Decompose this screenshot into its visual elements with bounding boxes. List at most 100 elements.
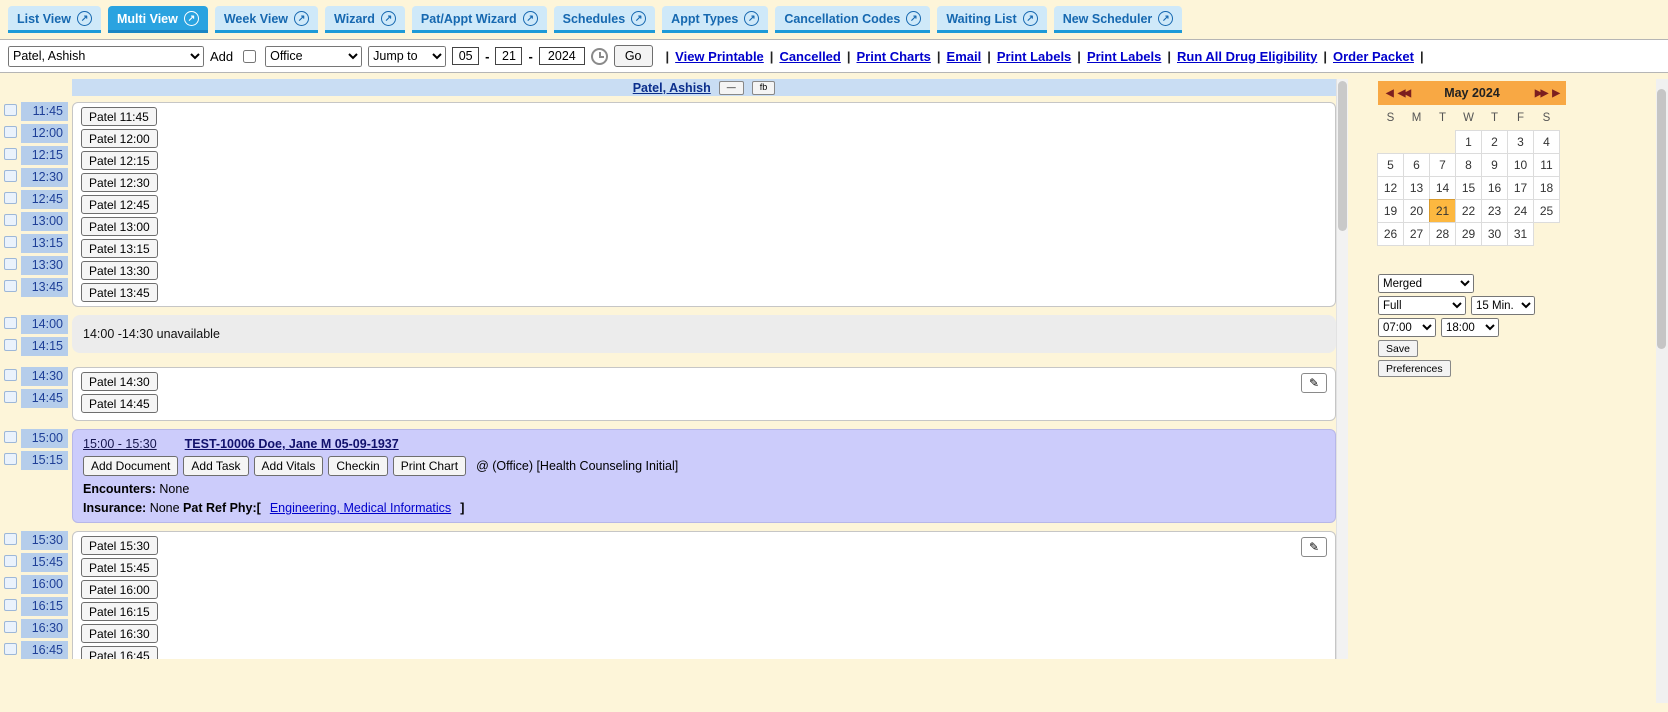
calendar-fast-next-icon[interactable]: ▶▶ [1532,88,1549,99]
calendar-day-13[interactable]: 13 [1403,176,1430,200]
jump-to-select[interactable]: Jump to [368,46,446,67]
calendar-day-2[interactable]: 2 [1481,130,1508,154]
toolbar-link-print-labels[interactable]: Print Labels [997,49,1071,64]
facility-select[interactable]: Office [265,46,362,67]
preferences-button[interactable]: Preferences [1378,360,1451,377]
calendar-day-22[interactable]: 22 [1455,199,1482,223]
calendar-next-icon[interactable]: ▶ [1549,88,1561,99]
slot-button-patel-11-45[interactable]: Patel 11:45 [81,107,157,126]
time-label-15-00[interactable]: 15:00 [21,429,68,448]
add-checkbox[interactable] [243,50,256,63]
time-label-15-30[interactable]: 15:30 [21,531,68,550]
calendar-fast-prev-icon[interactable]: ◀◀ [1395,88,1412,99]
open-new-window-icon[interactable]: ↗ [744,11,759,26]
open-new-window-icon[interactable]: ↗ [631,11,646,26]
calendar-day-16[interactable]: 16 [1481,176,1508,200]
size-select[interactable]: Full [1378,296,1466,315]
slot-marker-icon[interactable] [4,391,17,403]
slot-marker-icon[interactable] [4,317,17,329]
open-new-window-icon[interactable]: ↗ [381,11,396,26]
page-scrollbar[interactable] [1656,79,1668,703]
edit-icon[interactable]: ✎ [1301,373,1327,393]
tab-pat-appt-wizard[interactable]: Pat/Appt Wizard↗ [412,6,547,33]
tab-schedules[interactable]: Schedules↗ [554,6,656,33]
tab-waiting-list[interactable]: Waiting List↗ [937,6,1046,33]
slot-marker-icon[interactable] [4,214,17,226]
slot-button-patel-16-45[interactable]: Patel 16:45 [81,646,158,659]
provider-header-link[interactable]: Patel, Ashish [633,81,711,95]
slot-button-patel-16-00[interactable]: Patel 16:00 [81,580,158,599]
toolbar-link-run-all-drug-eligibility[interactable]: Run All Drug Eligibility [1177,49,1317,64]
calendar-day-9[interactable]: 9 [1481,153,1508,177]
time-label-16-45[interactable]: 16:45 [21,641,68,659]
slot-marker-icon[interactable] [4,339,17,351]
provider-select[interactable]: Patel, Ashish [8,46,204,67]
time-label-11-45[interactable]: 11:45 [21,102,68,121]
save-button[interactable]: Save [1378,340,1418,357]
open-new-window-icon[interactable]: ↗ [294,11,309,26]
go-button[interactable]: Go [614,45,653,67]
toolbar-link-cancelled[interactable]: Cancelled [779,49,840,64]
time-label-14-00[interactable]: 14:00 [21,315,68,334]
slot-button-patel-16-30[interactable]: Patel 16:30 [81,624,158,643]
time-label-13-00[interactable]: 13:00 [21,212,68,231]
calendar-day-17[interactable]: 17 [1507,176,1534,200]
calendar-day-25[interactable]: 25 [1533,199,1560,223]
calendar-day-19[interactable]: 19 [1377,199,1404,223]
time-label-14-45[interactable]: 14:45 [21,389,68,408]
toolbar-link-order-packet[interactable]: Order Packet [1333,49,1414,64]
open-new-window-icon[interactable]: ↗ [77,11,92,26]
appointment-patient-link[interactable]: TEST-10006 Doe, Jane M 05-09-1937 [185,437,399,451]
appointment-action-add-document[interactable]: Add Document [83,456,178,476]
time-label-16-15[interactable]: 16:15 [21,597,68,616]
calendar-day-7[interactable]: 7 [1429,153,1456,177]
time-label-15-45[interactable]: 15:45 [21,553,68,572]
date-month-input[interactable] [452,47,479,65]
open-new-window-icon[interactable]: ↗ [184,11,199,26]
tab-list-view[interactable]: List View↗ [8,6,101,33]
slot-marker-icon[interactable] [4,533,17,545]
slot-marker-icon[interactable] [4,258,17,270]
calendar-day-10[interactable]: 10 [1507,153,1534,177]
open-new-window-icon[interactable]: ↗ [1158,11,1173,26]
slot-marker-icon[interactable] [4,577,17,589]
toolbar-link-view-printable[interactable]: View Printable [675,49,764,64]
time-label-13-30[interactable]: 13:30 [21,256,68,275]
slot-button-patel-12-30[interactable]: Patel 12:30 [81,173,158,192]
slot-marker-icon[interactable] [4,170,17,182]
tab-new-scheduler[interactable]: New Scheduler↗ [1054,6,1183,33]
time-label-12-00[interactable]: 12:00 [21,124,68,143]
tab-week-view[interactable]: Week View↗ [215,6,318,33]
calendar-day-15[interactable]: 15 [1455,176,1482,200]
time-label-14-15[interactable]: 14:15 [21,337,68,356]
time-label-15-15[interactable]: 15:15 [21,451,68,470]
calendar-day-18[interactable]: 18 [1533,176,1560,200]
slot-marker-icon[interactable] [4,621,17,633]
slot-button-patel-14-45[interactable]: Patel 14:45 [81,394,158,413]
slot-button-patel-15-45[interactable]: Patel 15:45 [81,558,158,577]
view-mode-select[interactable]: Merged [1378,274,1474,293]
calendar-day-12[interactable]: 12 [1377,176,1404,200]
calendar-day-6[interactable]: 6 [1403,153,1430,177]
clock-icon[interactable] [591,48,608,65]
calendar-month-title[interactable]: May 2024 [1412,86,1532,100]
appointment-action-add-vitals[interactable]: Add Vitals [254,456,324,476]
toolbar-link-print-labels[interactable]: Print Labels [1087,49,1161,64]
calendar-day-23[interactable]: 23 [1481,199,1508,223]
slot-marker-icon[interactable] [4,126,17,138]
slot-button-patel-12-45[interactable]: Patel 12:45 [81,195,158,214]
slot-button-patel-13-00[interactable]: Patel 13:00 [81,217,158,236]
schedule-scrollbar-thumb[interactable] [1338,81,1347,231]
slot-marker-icon[interactable] [4,104,17,116]
slot-marker-icon[interactable] [4,236,17,248]
slot-button-patel-12-00[interactable]: Patel 12:00 [81,129,158,148]
edit-icon[interactable]: ✎ [1301,537,1327,557]
time-label-16-30[interactable]: 16:30 [21,619,68,638]
appointment-time-link[interactable]: 15:00 - 15:30 [83,437,157,451]
slot-marker-icon[interactable] [4,148,17,160]
fb-button[interactable]: fb [752,81,776,95]
calendar-day-26[interactable]: 26 [1377,222,1404,246]
time-label-12-15[interactable]: 12:15 [21,146,68,165]
time-label-13-45[interactable]: 13:45 [21,278,68,297]
calendar-day-21[interactable]: 21 [1429,199,1456,223]
